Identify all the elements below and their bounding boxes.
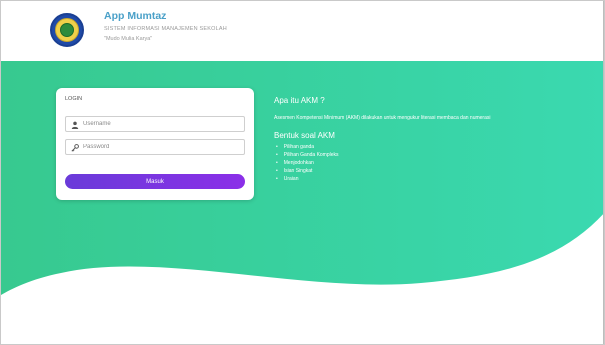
list-item: Menjodohkan xyxy=(276,159,564,167)
list-item: Pilihan Ganda Kompleks xyxy=(276,151,564,159)
info-subtitle: Bentuk soal AKM xyxy=(274,131,335,140)
header: App Mumtaz SISTEM INFORMASI MANAJEMEN SE… xyxy=(1,1,604,61)
akm-info-panel: Apa itu AKM ? Asesmen Kompetensi Minimum… xyxy=(274,96,564,183)
app-motto: "Mudo Mulia Karya" xyxy=(104,36,153,42)
username-input[interactable] xyxy=(83,117,243,131)
window-edge xyxy=(603,1,604,344)
user-icon xyxy=(71,121,79,129)
akm-question-types-list: Pilihan ganda Pilihan Ganda Kompleks Men… xyxy=(274,143,564,183)
page-frame: App Mumtaz SISTEM INFORMASI MANAJEMEN SE… xyxy=(0,0,605,345)
username-field[interactable] xyxy=(65,116,245,132)
info-title: Apa itu AKM ? xyxy=(274,96,325,105)
list-item: Uraian xyxy=(276,175,564,183)
app-title: App Mumtaz xyxy=(104,10,167,22)
login-submit-button[interactable]: Masuk xyxy=(65,174,245,189)
password-field[interactable] xyxy=(65,139,245,155)
list-item: Isian Singkat xyxy=(276,167,564,175)
key-icon xyxy=(71,144,79,152)
password-input[interactable] xyxy=(83,140,243,154)
emblem-core xyxy=(60,23,74,37)
info-description: Asesmen Kompetensi Minimum (AKM) dilakuk… xyxy=(274,115,491,121)
login-card: LOGIN Masuk xyxy=(56,88,254,200)
app-subtitle: SISTEM INFORMASI MANAJEMEN SEKOLAH xyxy=(104,26,227,32)
school-emblem-icon xyxy=(50,13,84,47)
list-item: Pilihan ganda xyxy=(276,143,564,151)
emblem-ring xyxy=(55,18,79,42)
login-label: LOGIN xyxy=(65,96,83,102)
